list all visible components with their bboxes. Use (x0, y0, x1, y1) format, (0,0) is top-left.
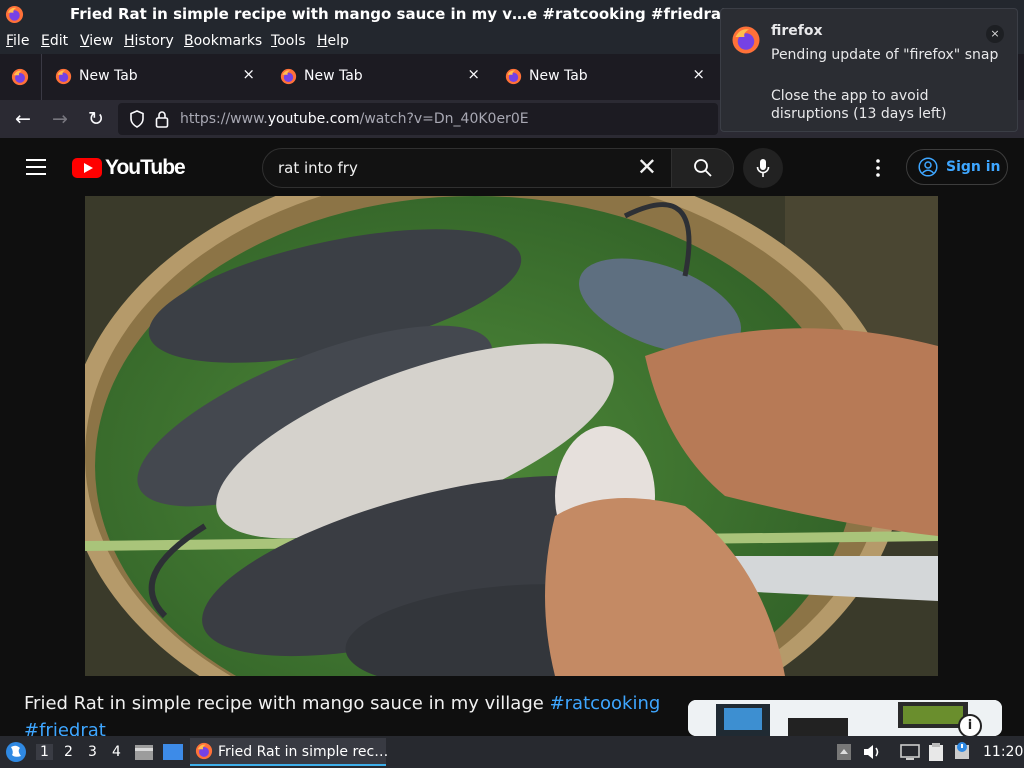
tab-new-tab-1[interactable]: New Tab × (43, 54, 267, 100)
tab-label: New Tab (304, 68, 363, 84)
search-button[interactable] (671, 148, 734, 188)
menu-view-rest: iew (89, 33, 114, 49)
tab-new-tab-3[interactable]: New Tab × (493, 54, 717, 100)
shield-icon[interactable] (129, 110, 145, 128)
workspace-1[interactable]: 1 (36, 744, 53, 760)
menu-view[interactable]: View (80, 33, 113, 49)
app-launcher-icon[interactable] (5, 741, 27, 763)
menu-edit[interactable]: Edit (41, 33, 68, 49)
clipboard-icon[interactable] (927, 742, 945, 762)
video-player[interactable] (85, 196, 938, 676)
taskbar-firefox-window[interactable]: Fried Rat in simple rec… (190, 738, 389, 766)
youtube-header: YouTube rat into fry ✕ Sign in (0, 138, 1024, 196)
volume-icon[interactable] (862, 743, 882, 761)
url-bar[interactable]: https://www.youtube.com/watch?v=Dn_40K0e… (118, 103, 718, 135)
clock: 11:20 (983, 744, 1024, 760)
notification-detail: Close the app to avoid disruptions (13 d… (771, 88, 947, 122)
back-button[interactable]: ← (10, 106, 36, 132)
ad-image (688, 700, 1002, 736)
url-domain: youtube.com (267, 111, 360, 127)
notification-message: Pending update of "firefox" snap (771, 47, 999, 63)
window-title: Fried Rat in simple recipe with mango sa… (70, 5, 729, 23)
firefox-icon (55, 68, 72, 85)
taskbar: 1 2 3 4 Fried Rat in simple rec… 11:20 (0, 736, 1024, 768)
menu-help[interactable]: Help (317, 33, 349, 49)
firefox-icon (11, 68, 29, 86)
firefox-icon (732, 26, 760, 54)
menu-file-rest: ile (13, 33, 30, 49)
sign-in-button[interactable]: Sign in (906, 149, 1008, 185)
search-query: rat into fry (278, 159, 358, 177)
menu-help-rest: elp (327, 33, 349, 49)
network-icon[interactable] (900, 743, 920, 761)
menu-tools[interactable]: Tools (271, 33, 306, 49)
file-manager-icon[interactable] (134, 743, 154, 761)
reload-button[interactable]: ↻ (83, 106, 109, 132)
more-options-icon[interactable] (868, 156, 888, 180)
firefox-icon (280, 68, 297, 85)
hamburger-menu-icon[interactable] (26, 159, 46, 180)
menu-bookmarks[interactable]: Bookmarks (184, 33, 262, 49)
update-notification: firefox Pending update of "firefox" snap… (720, 8, 1018, 132)
desktop-icon[interactable] (162, 743, 184, 761)
forward-button[interactable]: → (47, 106, 73, 132)
lock-icon[interactable] (155, 110, 169, 128)
workspace-3[interactable]: 3 (88, 744, 97, 760)
voice-search-button[interactable] (743, 148, 783, 188)
video-title-text: Fried Rat in simple recipe with mango sa… (24, 693, 550, 714)
video-frame-image (85, 196, 938, 676)
url-text[interactable]: https://www.youtube.com/watch?v=Dn_40K0e… (180, 111, 529, 127)
hashtag-link[interactable]: #ratcooking (550, 693, 661, 714)
ad-info-icon[interactable]: i (958, 714, 982, 738)
menu-tools-rest: ools (277, 33, 306, 49)
pinned-tab[interactable] (0, 54, 42, 100)
tab-close-icon[interactable]: × (242, 65, 255, 83)
taskbar-window-label: Fried Rat in simple rec… (218, 744, 389, 760)
youtube-play-icon (72, 158, 102, 178)
url-prefix: https://www. (180, 111, 268, 127)
clear-search-icon[interactable]: ✕ (637, 153, 657, 181)
dots-vertical-icon (876, 159, 880, 177)
tab-close-icon[interactable]: × (467, 65, 480, 83)
tab-label: New Tab (79, 68, 138, 84)
account-icon (918, 157, 938, 177)
microphone-icon (756, 159, 770, 177)
url-path: /watch?v=Dn_40K0er0E (359, 111, 529, 127)
firefox-icon (505, 68, 522, 85)
update-notifier-icon[interactable] (953, 741, 971, 761)
menu-history[interactable]: History (124, 33, 174, 49)
search-icon (694, 159, 712, 177)
menu-history-rest: istory (134, 33, 174, 49)
menu-bookmarks-rest: ookmarks (193, 33, 263, 49)
tab-label: New Tab (529, 68, 588, 84)
notification-close-button[interactable]: × (986, 25, 1004, 43)
ad-thumbnail[interactable] (688, 700, 1002, 736)
tab-new-tab-2[interactable]: New Tab × (268, 54, 492, 100)
firefox-icon (195, 742, 213, 760)
sign-in-label: Sign in (946, 159, 1001, 175)
notification-title: firefox (771, 23, 823, 39)
workspace-4[interactable]: 4 (112, 744, 121, 760)
firefox-icon (5, 5, 24, 24)
menu-file[interactable]: File (6, 33, 29, 49)
menu-edit-rest: dit (49, 33, 69, 49)
workspace-2[interactable]: 2 (64, 744, 73, 760)
youtube-wordmark: YouTube (105, 156, 186, 179)
tab-close-icon[interactable]: × (692, 65, 705, 83)
search-input[interactable]: rat into fry ✕ (262, 148, 672, 188)
usb-eject-icon[interactable] (836, 743, 852, 761)
